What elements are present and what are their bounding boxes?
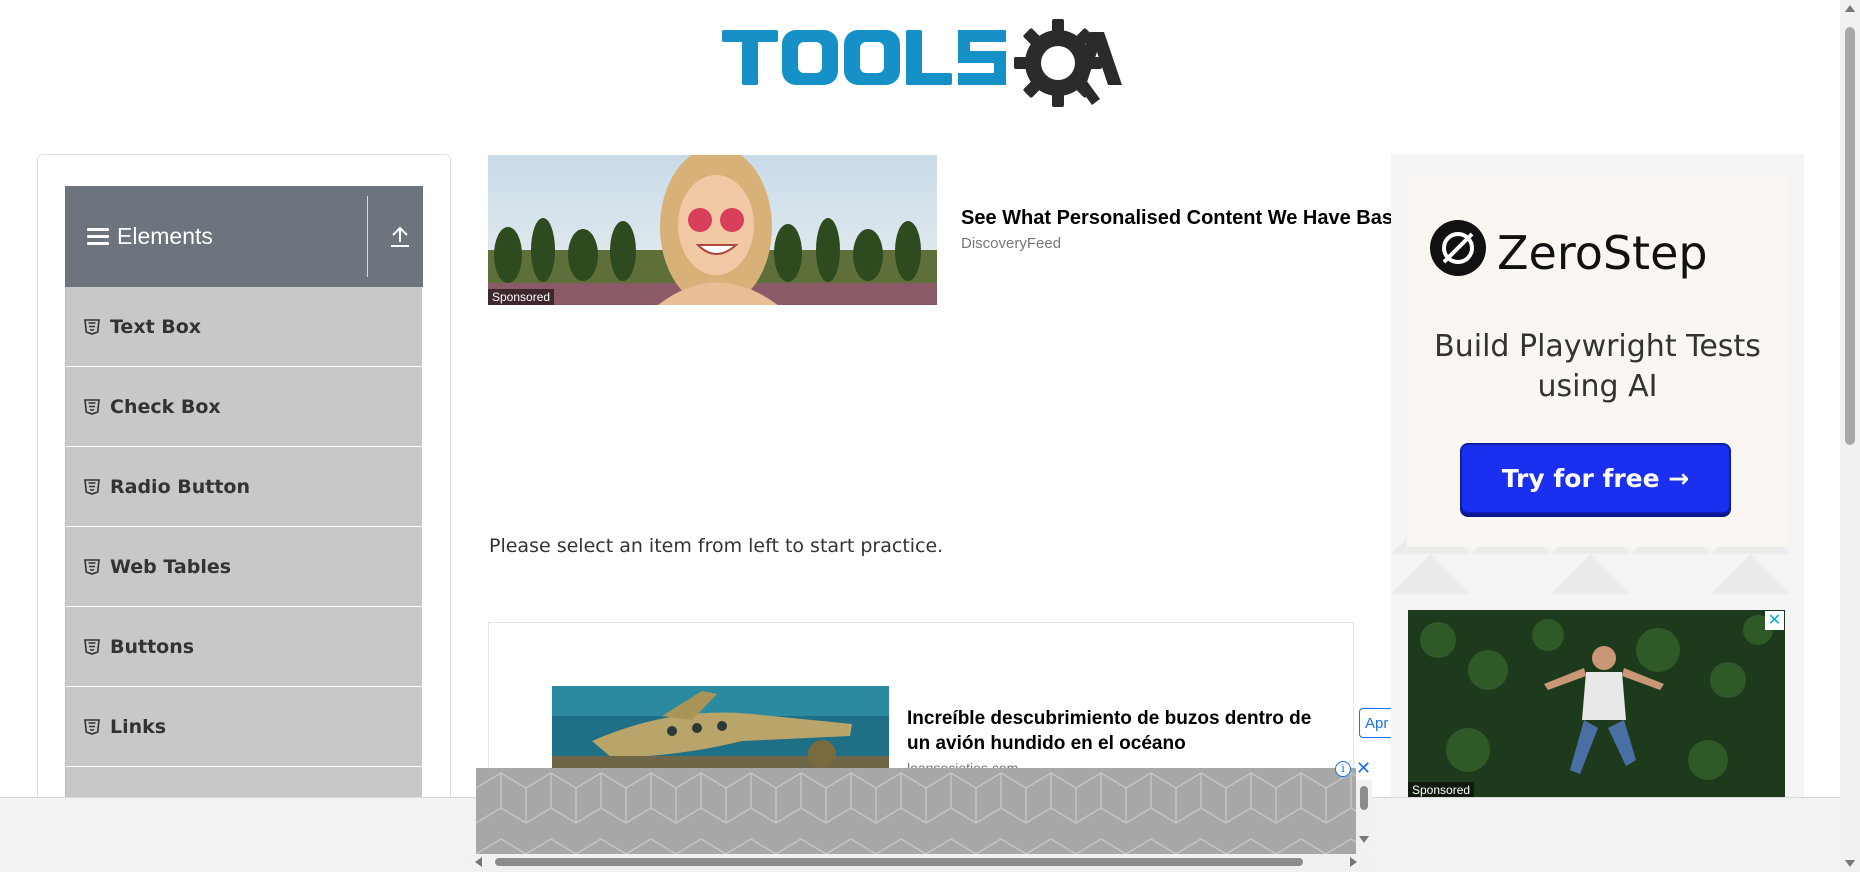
menu-item-label: Web Tables — [110, 555, 232, 578]
sponsored-label: Sponsored — [1408, 782, 1475, 798]
sticky-ad-horizontal-scrollbar[interactable] — [471, 854, 1371, 870]
html5-icon — [84, 398, 100, 415]
menu-item-text-box[interactable]: Text Box — [65, 287, 423, 367]
menu-item-label: Check Box — [110, 395, 221, 418]
hexagon-pattern — [476, 768, 1356, 854]
menu-item-buttons[interactable]: Buttons — [65, 607, 423, 687]
menu-item-links[interactable]: Links — [65, 687, 423, 767]
woman-sunglasses-photo — [488, 155, 937, 305]
sticky-ad-vertical-scrollbar[interactable] — [1356, 780, 1372, 846]
sponsored-ad-image[interactable]: Sponsored — [488, 155, 937, 305]
menu-item-label: Text Box — [110, 315, 202, 338]
menu-item-web-tables[interactable]: Web Tables — [65, 527, 423, 607]
header-divider — [367, 196, 368, 277]
scroll-down-arrow-icon[interactable] — [1845, 860, 1855, 867]
html5-icon — [84, 558, 100, 575]
menu-item-label: Buttons — [110, 635, 195, 658]
sponsored-label: Sponsored — [488, 289, 555, 305]
sticky-ad-banner[interactable] — [476, 768, 1356, 854]
elements-group-header[interactable]: Elements — [65, 186, 423, 287]
jumping-man-photo — [1408, 610, 1785, 798]
practice-instruction: Please select an item from left to start… — [489, 535, 944, 557]
ad-headline[interactable]: See What Personalised Content We Have Ba… — [961, 207, 1391, 230]
group-title: Elements — [117, 223, 213, 249]
elements-menu-list: Text Box Check Box Radio Button Web Tabl… — [65, 287, 423, 813]
html5-icon — [84, 318, 100, 335]
page-vertical-scrollbar[interactable] — [1840, 0, 1860, 872]
zerostep-logo-icon — [1430, 220, 1486, 276]
html5-icon — [84, 478, 100, 495]
zerostep-brand: ZeroStep — [1497, 226, 1708, 280]
scrollbar-thumb[interactable] — [1845, 27, 1855, 445]
ad-source[interactable]: DiscoveryFeed — [961, 235, 1061, 252]
bars-icon — [87, 227, 109, 246]
content-ad-image[interactable] — [552, 686, 889, 776]
html5-icon — [84, 638, 100, 655]
close-icon[interactable]: ✕ — [1765, 611, 1784, 630]
menu-item-label: Radio Button — [110, 475, 250, 498]
toolsqa-logo-image — [722, 19, 1122, 107]
upload-arrow-icon[interactable] — [388, 224, 412, 250]
left-nav-panel: Elements Text Box Check Box Radio Button… — [37, 154, 451, 814]
menu-item-radio-button[interactable]: Radio Button — [65, 447, 423, 527]
content-ad-headline[interactable]: Increíble descubrimiento de buzos dentro… — [907, 706, 1337, 756]
close-icon[interactable]: ✕ — [1356, 758, 1371, 779]
scroll-up-arrow-icon[interactable] — [1845, 5, 1855, 12]
try-for-free-button[interactable]: Try for free → — [1460, 443, 1731, 514]
menu-item-label: Links — [110, 715, 167, 738]
zerostep-tagline: Build Playwright Tests using AI — [1434, 329, 1761, 404]
sunken-plane-photo — [552, 686, 889, 776]
menu-item-check-box[interactable]: Check Box — [65, 367, 423, 447]
jumping-man-ad[interactable]: Sponsored — [1408, 610, 1785, 798]
html5-icon — [84, 718, 100, 735]
ad-info-icon[interactable]: i — [1335, 761, 1351, 777]
site-logo[interactable] — [718, 18, 1126, 118]
